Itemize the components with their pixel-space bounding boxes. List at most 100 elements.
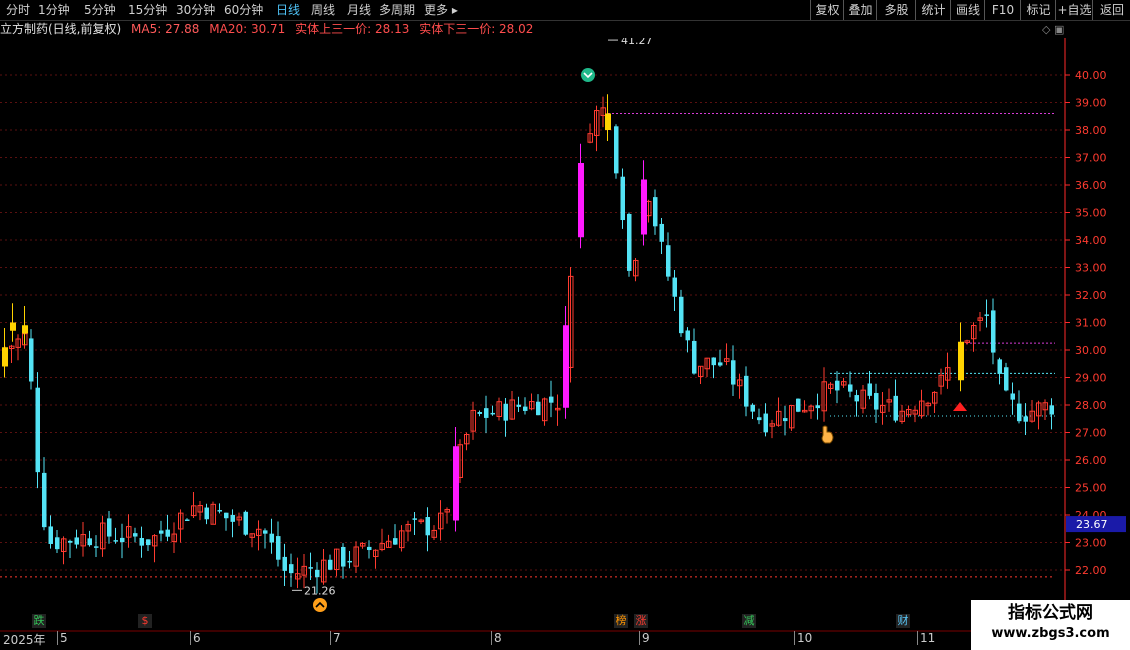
candle-body-down[interactable] [224, 512, 229, 519]
tool-button-1[interactable]: 叠加 [843, 0, 877, 20]
candle-body-down[interactable] [854, 395, 860, 402]
candle-body-down[interactable] [42, 472, 47, 528]
signal-candle[interactable] [563, 325, 569, 408]
candle-body-down[interactable] [620, 176, 626, 221]
candle-body-down[interactable] [412, 518, 418, 520]
tool-button-5[interactable]: F10 [984, 0, 1021, 20]
candle-body-down[interactable] [627, 213, 632, 271]
candle-body-down[interactable] [146, 539, 151, 546]
candlestick-chart[interactable]: 40.00 39.00 38.00 37.00 36.00 35.00 34.00 33.00… [0, 38, 1130, 650]
candle-body-down[interactable] [230, 514, 236, 522]
candle-body-down[interactable] [68, 540, 73, 543]
tool-button-0[interactable]: 复权 [810, 0, 844, 20]
panel-toggle-icon[interactable]: ▣ [1054, 23, 1064, 36]
tool-button-2[interactable]: 多股 [876, 0, 916, 20]
candle-body-down[interactable] [1023, 416, 1029, 422]
candle-body-down[interactable] [282, 556, 288, 571]
candle-body-down[interactable] [731, 360, 736, 385]
candle-body-down[interactable] [523, 406, 528, 411]
candle-body-down[interactable] [692, 340, 697, 374]
candle-body-down[interactable] [848, 384, 853, 392]
candle-body-down[interactable] [185, 519, 190, 522]
tool-button-8[interactable]: 返回 [1092, 0, 1130, 20]
candle-body-down[interactable] [516, 404, 522, 407]
timeframe-tab-0[interactable]: 分时 [6, 0, 30, 20]
candle-body-down[interactable] [867, 383, 873, 396]
candle-body-down[interactable] [815, 405, 821, 409]
diamond-icon[interactable]: ◇ [1042, 23, 1050, 36]
candle-body-down[interactable] [29, 338, 34, 382]
sell-signal-icon[interactable] [581, 68, 595, 82]
candle-body-down[interactable] [984, 314, 990, 316]
candle-body-down[interactable] [718, 362, 723, 366]
candle-body-down[interactable] [477, 411, 483, 414]
candle-body-down[interactable] [1004, 367, 1009, 391]
candle-body-down[interactable] [35, 387, 41, 473]
candle-body-down[interactable] [757, 417, 762, 421]
candle-body-down[interactable] [217, 510, 223, 512]
signal-candle[interactable] [22, 325, 28, 334]
signal-candle[interactable] [958, 341, 964, 381]
buy-signal-icon[interactable] [313, 598, 327, 612]
candle-body-down[interactable] [484, 408, 489, 418]
candle-body-down[interactable] [243, 511, 249, 535]
candle-body-down[interactable] [685, 330, 691, 341]
candle-body-down[interactable] [893, 395, 899, 421]
candle-body-down[interactable] [672, 277, 678, 297]
tool-button-3[interactable]: 统计 [915, 0, 951, 20]
candle-body-down[interactable] [666, 245, 671, 277]
candle-body-down[interactable] [997, 359, 1003, 374]
event-badge-0[interactable]: 跌 [32, 614, 46, 628]
signal-candle[interactable] [2, 347, 8, 367]
candle-body-down[interactable] [341, 546, 346, 567]
timeframe-tab-8[interactable]: 月线 [347, 0, 371, 20]
candle-body-down[interactable] [549, 396, 554, 403]
chart-panel-icons[interactable]: ◇ ▣ [1042, 23, 1072, 36]
timeframe-tab-5[interactable]: 60分钟 [224, 0, 263, 20]
candle-body-down[interactable] [74, 537, 80, 545]
event-badge-1[interactable]: $ [138, 614, 152, 628]
candle-body-down[interactable] [87, 538, 93, 546]
candle-body-down[interactable] [269, 533, 275, 543]
event-badge-3[interactable]: 涨 [634, 614, 648, 628]
candle-body-down[interactable] [133, 533, 138, 537]
candle-body-down[interactable] [679, 296, 684, 334]
event-badge-4[interactable]: 减 [742, 614, 756, 628]
candle-body-down[interactable] [1049, 405, 1055, 415]
timeframe-tab-10[interactable]: 更多 ▸ [424, 0, 458, 20]
timeframe-tab-3[interactable]: 15分钟 [128, 0, 167, 20]
candle-body-down[interactable] [991, 310, 996, 353]
tool-button-6[interactable]: 标记 [1020, 0, 1056, 20]
candle-body-down[interactable] [263, 530, 268, 534]
signal-candle[interactable] [10, 322, 16, 331]
timeframe-tab-9[interactable]: 多周期 [379, 0, 415, 20]
candle-body-down[interactable] [55, 537, 60, 550]
candle-body-down[interactable] [204, 507, 210, 520]
candle-body-down[interactable] [744, 375, 749, 407]
candle-body-down[interactable] [315, 569, 320, 578]
candle-body-down[interactable] [308, 567, 314, 569]
signal-candle[interactable] [641, 179, 647, 235]
tool-button-4[interactable]: 画线 [950, 0, 985, 20]
candle-body-down[interactable] [113, 540, 119, 542]
candle-body-down[interactable] [796, 398, 801, 412]
candle-body-down[interactable] [139, 537, 145, 546]
tool-button-7[interactable]: +自选 [1055, 0, 1093, 20]
candle-body-down[interactable] [107, 518, 112, 537]
signal-candle[interactable] [453, 446, 459, 521]
candle-body-down[interactable] [874, 393, 879, 410]
candle-body-down[interactable] [159, 530, 164, 534]
timeframe-tab-2[interactable]: 5分钟 [84, 0, 116, 20]
event-badge-5[interactable]: 财 [896, 614, 910, 628]
candle-body-down[interactable] [347, 560, 353, 563]
candle-body-down[interactable] [763, 413, 769, 433]
candle-body-down[interactable] [835, 380, 840, 391]
stock-title[interactable]: 立方制药(日线,前复权) [0, 22, 121, 36]
signal-candle[interactable] [578, 163, 584, 238]
candle-body-down[interactable] [120, 537, 125, 543]
candle-body-down[interactable] [783, 418, 788, 422]
candle-body-down[interactable] [48, 526, 54, 544]
candle-body-down[interactable] [276, 536, 281, 560]
timeframe-tab-4[interactable]: 30分钟 [176, 0, 215, 20]
candle-body-down[interactable] [750, 404, 756, 412]
